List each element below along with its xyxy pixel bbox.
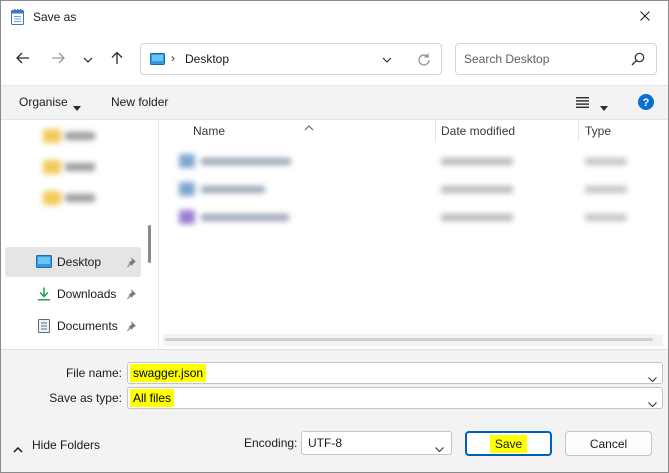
refresh-icon[interactable] (416, 52, 432, 68)
forward-button[interactable] (46, 47, 70, 71)
save-as-type-value[interactable]: All files (130, 389, 175, 407)
blurred-folder (39, 129, 109, 143)
recent-locations-button[interactable] (76, 47, 100, 71)
pin-icon[interactable] (127, 320, 138, 332)
title-bar: Save as (1, 1, 668, 33)
arrow-left-icon (16, 52, 30, 67)
download-icon (36, 287, 52, 301)
hide-folders-label: Hide Folders (32, 438, 101, 452)
blurred-folder (39, 160, 109, 174)
desktop-icon (36, 255, 52, 269)
arrow-right-icon (51, 52, 65, 67)
sidebar-item-label: Downloads (57, 287, 117, 301)
column-header-date-modified[interactable]: Date modified (441, 124, 515, 138)
browser-area: Desktop Downloads Documents Name Date mo… (1, 119, 668, 350)
arrow-up-icon (111, 51, 123, 68)
list-view-icon[interactable] (576, 97, 589, 108)
navigation-pane-scrollbar[interactable] (148, 225, 151, 263)
file-name-field[interactable]: swagger.json (127, 362, 663, 384)
file-list: Name Date modified Type (158, 120, 668, 350)
save-as-dialog: Save as › Desktop Search Desktop Organis… (0, 0, 669, 473)
file-name-label: File name: (65, 366, 122, 380)
save-as-type-select[interactable]: All files (127, 387, 663, 409)
back-button[interactable] (11, 47, 35, 71)
breadcrumb-separator: › (171, 51, 175, 65)
close-icon (640, 10, 650, 24)
sidebar-item-label: Documents (57, 319, 118, 333)
up-button[interactable] (105, 47, 129, 71)
search-box[interactable] (455, 43, 657, 75)
sort-ascending-icon (304, 120, 314, 131)
blurred-file-row[interactable] (179, 208, 649, 228)
notepad-icon (11, 9, 24, 25)
column-header-name[interactable]: Name (193, 124, 225, 138)
encoding-value: UTF-8 (308, 436, 342, 450)
close-button[interactable] (622, 1, 668, 33)
chevron-down-icon (83, 52, 93, 66)
cancel-button-label: Cancel (589, 436, 628, 451)
column-divider[interactable] (578, 120, 579, 142)
save-form: File name: swagger.json Save as type: Al… (1, 349, 668, 472)
pin-icon[interactable] (127, 256, 138, 268)
desktop-icon (150, 53, 165, 65)
blurred-file-row[interactable] (179, 180, 649, 200)
sidebar-item-documents[interactable]: Documents (5, 311, 141, 341)
encoding-select[interactable]: UTF-8 (301, 431, 452, 455)
help-icon[interactable]: ? (638, 94, 654, 110)
blurred-file-row[interactable] (179, 152, 649, 172)
navigation-pane: Desktop Downloads Documents (1, 120, 156, 350)
column-divider[interactable] (435, 120, 436, 142)
horizontal-scrollbar[interactable] (163, 334, 663, 346)
scrollbar-thumb[interactable] (165, 338, 653, 341)
sidebar-item-label: Desktop (57, 255, 102, 269)
sidebar-item-desktop[interactable]: Desktop (5, 247, 141, 277)
column-header-type[interactable]: Type (585, 124, 611, 138)
chevron-down-icon[interactable] (648, 396, 657, 408)
save-button[interactable]: Save (465, 431, 552, 456)
window-title: Save as (33, 10, 77, 24)
pin-icon[interactable] (127, 288, 138, 300)
organise-button[interactable]: Organise (19, 95, 68, 109)
blurred-folder (39, 191, 109, 205)
breadcrumb-desktop[interactable]: Desktop (185, 52, 229, 66)
encoding-label: Encoding: (244, 436, 298, 450)
view-options-caret-icon[interactable] (600, 100, 608, 111)
navigation-bar: › Desktop (1, 33, 668, 85)
chevron-up-icon (13, 442, 23, 453)
save-button-label: Save (489, 434, 528, 453)
address-history-chevron-icon[interactable] (380, 53, 394, 67)
search-icon[interactable] (631, 52, 645, 66)
sidebar-item-downloads[interactable]: Downloads (5, 279, 141, 309)
search-input[interactable] (464, 50, 624, 68)
documents-icon (36, 319, 52, 333)
chevron-down-icon[interactable] (648, 371, 657, 383)
cancel-button[interactable]: Cancel (565, 431, 652, 456)
file-name-value[interactable]: swagger.json (130, 364, 207, 382)
caret-down-icon[interactable] (73, 100, 81, 111)
new-folder-button[interactable]: New folder (111, 95, 168, 109)
address-bar[interactable]: › Desktop (140, 43, 442, 75)
save-as-type-label: Save as type: (49, 391, 122, 405)
help-glyph: ? (643, 97, 650, 109)
chevron-down-icon (435, 441, 444, 453)
command-bar: Organise New folder ? (1, 85, 668, 119)
